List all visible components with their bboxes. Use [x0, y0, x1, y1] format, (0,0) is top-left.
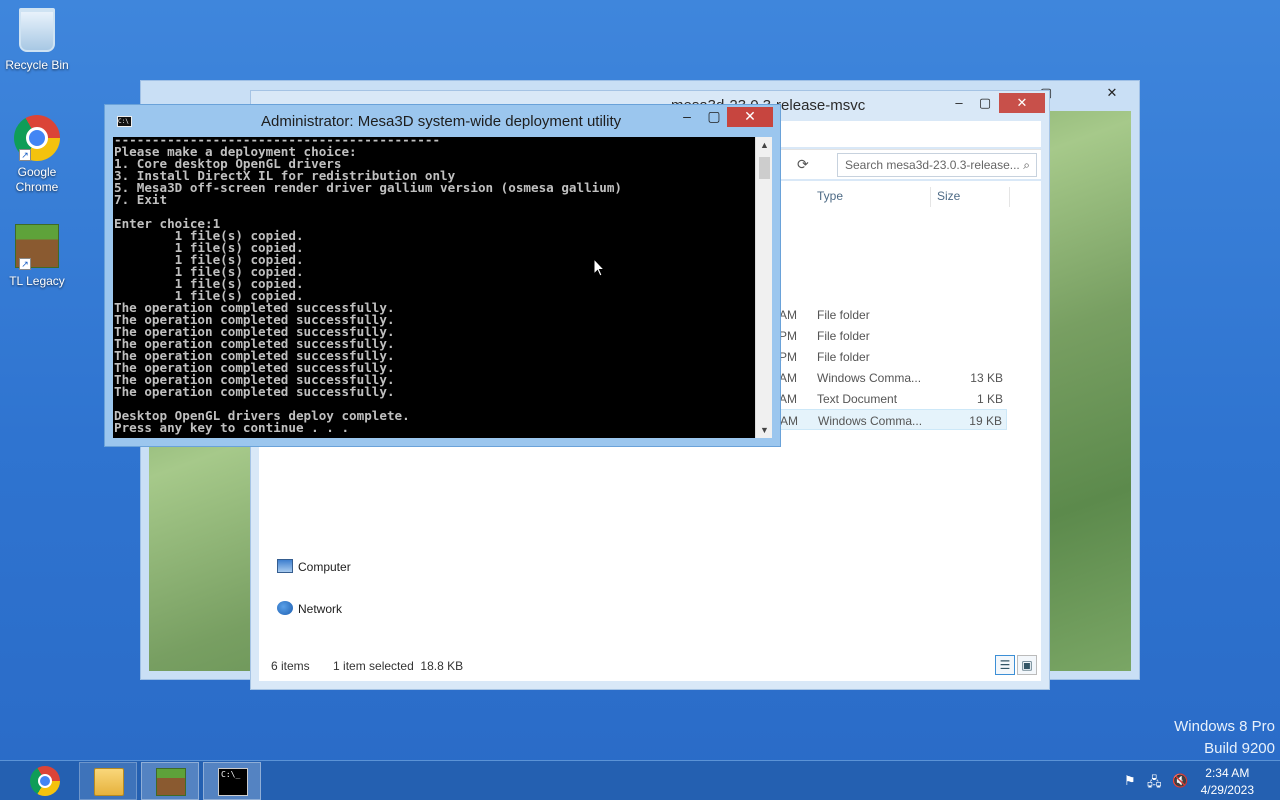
file-type: File folder	[817, 350, 870, 364]
cmd-icon: C:\_	[218, 768, 248, 796]
refresh-icon[interactable]: ⟳	[797, 156, 809, 173]
file-type: File folder	[817, 329, 870, 343]
window-title: Administrator: Mesa3D system-wide deploy…	[261, 113, 622, 130]
minecraft-grass-block-icon: ↗	[13, 224, 61, 272]
console-text: ----------------------------------------…	[114, 137, 622, 435]
file-date: PM	[779, 350, 797, 364]
scroll-down-icon[interactable]: ▼	[756, 422, 773, 438]
item-count: 6 items	[271, 659, 310, 673]
file-row[interactable]: AM File folder	[779, 304, 1007, 325]
file-type: Windows Comma...	[818, 414, 923, 428]
file-type: Windows Comma...	[817, 371, 922, 385]
status-bar: 6 items 1 item selected 18.8 KB	[271, 659, 483, 673]
minimize-button[interactable]: –	[947, 93, 971, 113]
network-icon[interactable]: 🖧	[1147, 773, 1162, 795]
nav-item-computer[interactable]: Computer	[277, 559, 351, 574]
console-output[interactable]: ----------------------------------------…	[113, 137, 755, 438]
vertical-scrollbar[interactable]: ▲ ▼	[755, 137, 772, 438]
nav-item-network[interactable]: Network	[277, 601, 342, 616]
scroll-up-icon[interactable]: ▲	[756, 137, 773, 153]
file-date: AM	[779, 392, 797, 406]
file-row[interactable]: AM Windows Comma... 13 KB	[779, 367, 1007, 388]
desktop-icon-label: Google Chrome	[15, 165, 59, 194]
windows-watermark: Windows 8 Pro Build 9200	[1174, 716, 1275, 760]
desktop-icon-tl-legacy[interactable]: ↗ TL Legacy	[0, 222, 74, 289]
taskbar-command-prompt-button[interactable]: C:\_	[203, 762, 261, 800]
nav-item-label: Network	[298, 602, 343, 616]
file-row-selected[interactable]: AM Windows Comma... 19 KB	[779, 409, 1007, 430]
file-date: AM	[779, 308, 797, 322]
cmd-icon: C:\	[117, 116, 132, 127]
file-date: AM	[779, 371, 797, 385]
chrome-icon	[30, 766, 60, 796]
system-clock[interactable]: 2:34 AM 4/29/2023	[1201, 765, 1254, 799]
file-size: 13 KB	[970, 371, 1003, 385]
desktop-icon-recycle-bin[interactable]: Recycle Bin	[0, 6, 74, 73]
action-center-flag-icon[interactable]: ⚑	[1124, 773, 1136, 789]
taskbar-tl-legacy-button[interactable]	[141, 762, 199, 800]
file-type: Text Document	[817, 392, 898, 406]
recycle-bin-icon	[13, 8, 61, 56]
close-button[interactable]: ✕	[999, 93, 1045, 113]
file-size: 19 KB	[969, 414, 1002, 428]
file-date: AM	[780, 414, 798, 428]
mouse-cursor-icon	[593, 257, 606, 283]
chrome-icon: ↗	[13, 115, 61, 163]
file-date: PM	[779, 329, 797, 343]
selection-info: 1 item selected 18.8 KB	[333, 659, 464, 673]
file-type: File folder	[817, 308, 870, 322]
volume-muted-icon[interactable]: 🔇	[1172, 773, 1188, 789]
search-placeholder: Search mesa3d-23.0.3-release...	[845, 158, 1020, 172]
file-row[interactable]: PM File folder	[779, 325, 1007, 346]
search-icon: ⌕	[1023, 158, 1030, 172]
details-view-icon[interactable]: ☰	[995, 655, 1015, 675]
close-button[interactable]: ✕	[1097, 85, 1127, 101]
taskbar-file-explorer-button[interactable]	[79, 762, 137, 800]
search-input[interactable]: Search mesa3d-23.0.3-release... ⌕	[837, 153, 1037, 177]
maximize-button[interactable]: ▢	[702, 107, 726, 127]
maximize-button[interactable]: ▢	[973, 93, 997, 113]
desktop-icon-google-chrome[interactable]: ↗ Google Chrome	[0, 114, 74, 195]
taskbar-chrome-button[interactable]	[16, 762, 74, 800]
close-button[interactable]: ✕	[727, 107, 773, 127]
desktop-icon-label: TL Legacy	[9, 274, 65, 288]
file-size: 1 KB	[976, 392, 1003, 406]
scroll-thumb[interactable]	[759, 157, 770, 179]
file-row[interactable]: PM File folder	[779, 346, 1007, 367]
desktop-icon-label: Recycle Bin	[5, 58, 69, 72]
taskbar: C:\_ ⚑ 🖧 🔇 2:34 AM 4/29/2023	[0, 760, 1280, 800]
large-icons-view-icon[interactable]: ▣	[1017, 655, 1037, 675]
column-divider	[930, 187, 931, 207]
clock-date: 4/29/2023	[1200, 783, 1254, 797]
minecraft-grass-block-icon	[156, 768, 186, 796]
console-window[interactable]: C:\ Administrator: Mesa3D system-wide de…	[104, 104, 781, 447]
watermark-build: Build 9200	[1204, 740, 1275, 757]
nav-item-label: Computer	[298, 560, 351, 574]
clock-time: 2:34 AM	[1205, 766, 1250, 780]
column-header-size[interactable]: Size	[937, 189, 960, 203]
file-row[interactable]: AM Text Document 1 KB	[779, 388, 1007, 409]
column-divider	[1009, 187, 1010, 207]
network-icon	[277, 601, 293, 615]
column-header-type[interactable]: Type	[817, 189, 843, 203]
title-bar[interactable]: C:\ Administrator: Mesa3D system-wide de…	[105, 105, 780, 137]
folder-icon	[94, 768, 124, 796]
computer-icon	[277, 559, 293, 573]
minimize-button[interactable]: –	[675, 107, 699, 127]
watermark-edition: Windows 8 Pro	[1174, 718, 1275, 735]
